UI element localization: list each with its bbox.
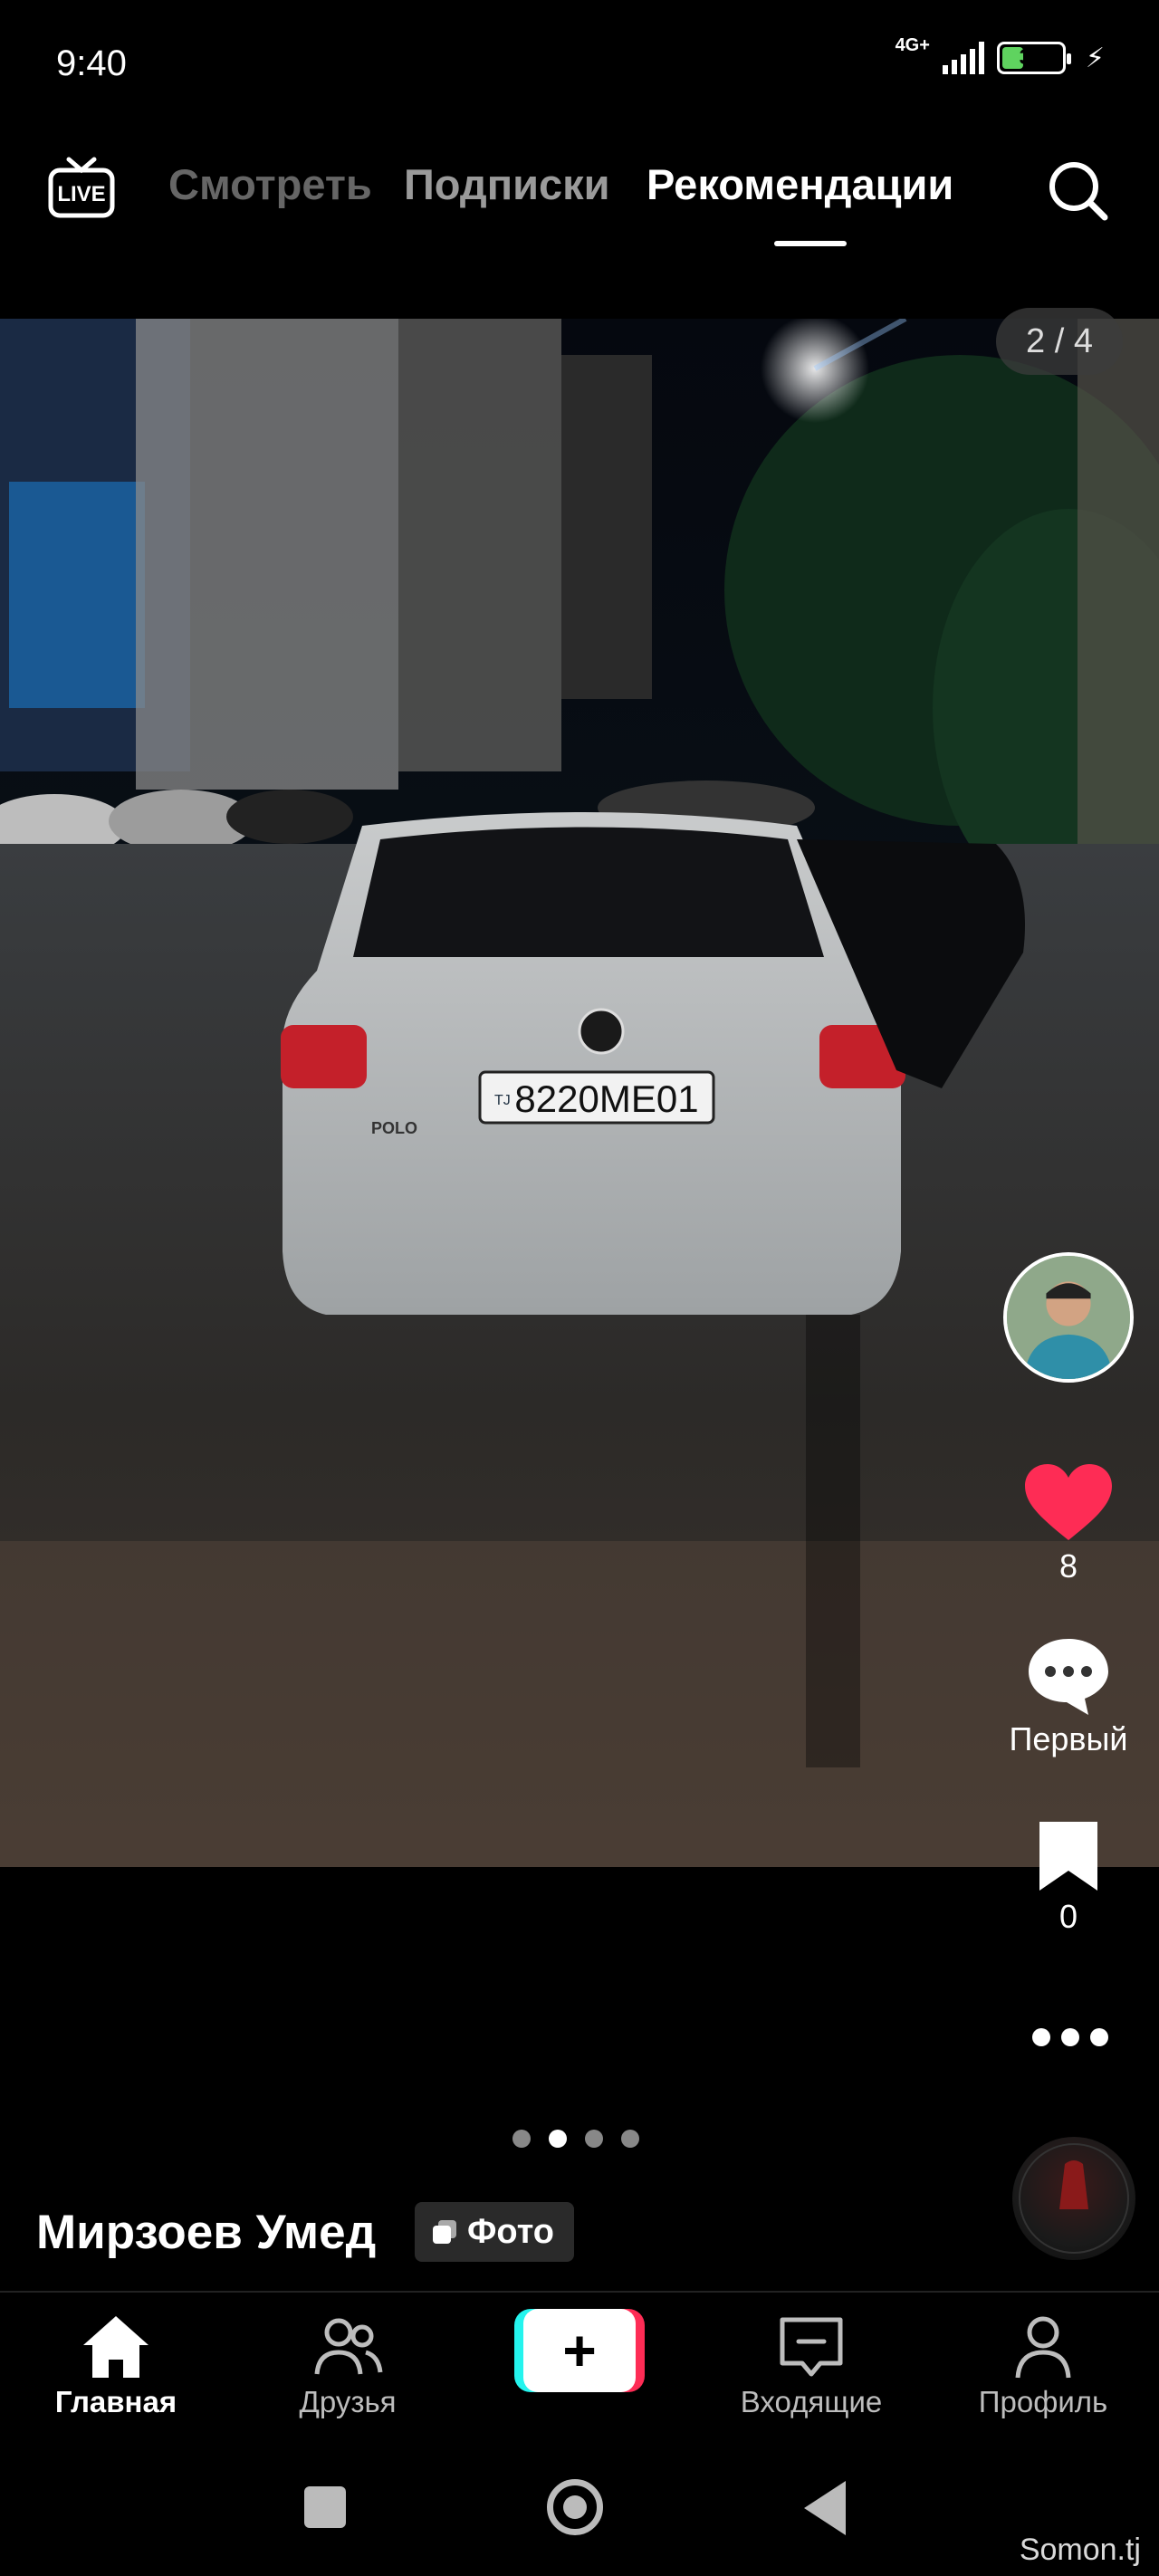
comment-action[interactable]: Первый bbox=[996, 1635, 1141, 1758]
signal-icon bbox=[942, 42, 984, 74]
network-type: 4G+ bbox=[895, 35, 930, 55]
page-indicator: 2 / 4 bbox=[996, 308, 1123, 375]
watermark: Somon.tj bbox=[1019, 2533, 1141, 2567]
carousel-dot bbox=[512, 2130, 531, 2148]
like-count: 8 bbox=[1058, 1547, 1078, 1585]
tab-watch[interactable]: Смотреть bbox=[168, 159, 372, 209]
author-name[interactable]: Мирзоев Умед bbox=[36, 2205, 376, 2260]
system-nav bbox=[0, 2445, 1159, 2576]
battery-percent: 36 bbox=[1019, 45, 1044, 70]
save-action[interactable]: 0 bbox=[996, 1818, 1141, 1936]
nav-home[interactable]: Главная bbox=[25, 2313, 206, 2419]
search-icon[interactable] bbox=[1041, 154, 1114, 226]
create-button[interactable]: + bbox=[514, 2309, 645, 2392]
top-nav: LIVE Смотреть Подписки Рекомендации bbox=[0, 136, 1159, 246]
music-disc[interactable] bbox=[1012, 2137, 1135, 2260]
nav-home-label: Главная bbox=[54, 2385, 177, 2418]
photo-badge-label: Фото bbox=[467, 2212, 555, 2251]
status-time: 9:40 bbox=[56, 43, 127, 83]
carousel-dots bbox=[512, 2130, 639, 2148]
home-icon bbox=[83, 2316, 148, 2378]
nav-friends[interactable]: Друзья bbox=[257, 2313, 438, 2419]
status-bar: 9:40 4G+ 36 ⚡ bbox=[0, 0, 1159, 127]
comment-icon[interactable] bbox=[1025, 1635, 1112, 1717]
carousel-dot bbox=[585, 2130, 603, 2148]
live-label: LIVE bbox=[57, 182, 105, 206]
home-system-button[interactable] bbox=[547, 2479, 603, 2535]
comment-count: Первый bbox=[1009, 1720, 1128, 1757]
tab-subscriptions[interactable]: Подписки bbox=[404, 159, 610, 209]
tab-recommendations[interactable]: Рекомендации bbox=[647, 159, 953, 209]
profile-icon bbox=[1015, 2316, 1071, 2379]
more-icon[interactable] bbox=[1032, 2026, 1108, 2048]
nav-profile-label: Профиль bbox=[978, 2385, 1108, 2418]
battery-icon: 36 bbox=[996, 42, 1071, 74]
license-plate: 8220ME01 bbox=[514, 1077, 698, 1120]
nav-inbox-label: Входящие bbox=[740, 2385, 883, 2418]
friends-icon bbox=[314, 2318, 383, 2375]
carousel-dot bbox=[621, 2130, 639, 2148]
recents-button[interactable] bbox=[304, 2486, 346, 2528]
inbox-icon bbox=[780, 2317, 843, 2377]
author-avatar[interactable] bbox=[1003, 1252, 1134, 1383]
heart-icon[interactable] bbox=[1023, 1462, 1114, 1544]
bookmark-icon[interactable] bbox=[1036, 1818, 1101, 1894]
status-indicators: 4G+ 36 ⚡ bbox=[896, 36, 1105, 74]
save-count: 0 bbox=[1058, 1898, 1078, 1935]
nav-inbox[interactable]: Входящие bbox=[721, 2313, 902, 2419]
car-badge: POLO bbox=[371, 1119, 417, 1137]
like-action[interactable]: 8 bbox=[996, 1462, 1141, 1585]
active-tab-indicator bbox=[774, 241, 847, 246]
back-button[interactable] bbox=[804, 2481, 846, 2535]
photo-stack-icon bbox=[433, 2220, 456, 2244]
photo-badge: Фото bbox=[415, 2202, 575, 2262]
car-photo-image: TJ 8220ME01 POLO bbox=[0, 319, 1159, 1867]
live-icon[interactable]: LIVE bbox=[45, 150, 118, 223]
nav-profile[interactable]: Профиль bbox=[953, 2313, 1134, 2419]
plate-country: TJ bbox=[494, 1093, 511, 1108]
post-photo[interactable]: TJ 8220ME01 POLO bbox=[0, 319, 1159, 1867]
charging-icon: ⚡ bbox=[1085, 43, 1105, 73]
nav-friends-label: Друзья bbox=[299, 2385, 397, 2418]
carousel-dot bbox=[549, 2130, 567, 2148]
plus-icon: + bbox=[523, 2309, 636, 2392]
